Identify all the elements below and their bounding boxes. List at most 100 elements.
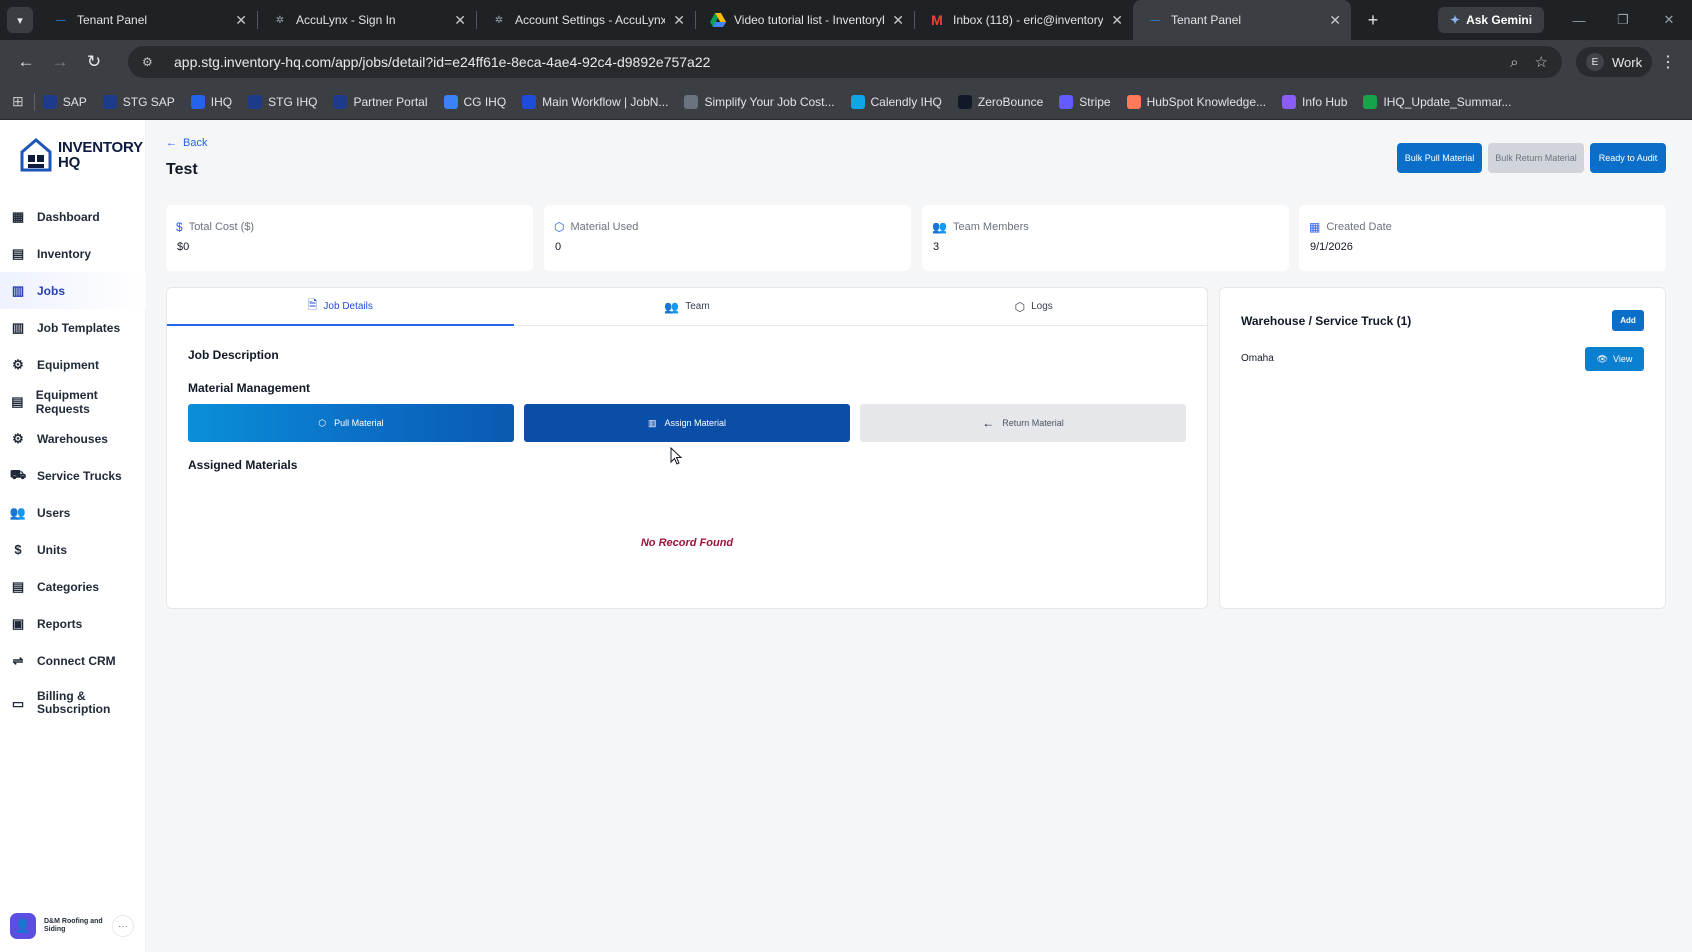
sidebar-item-users[interactable]: 👥 Users [0,494,146,531]
job-detail-panel: 🗎 Job Details 👥 Team ⬡ Logs Job Descript… [166,287,1208,609]
ask-gemini-button[interactable]: ✦ Ask Gemini [1438,7,1545,33]
bookmark-item[interactable]: Partner Portal [333,94,428,109]
package-icon: ⬡ [554,220,565,234]
tab-search-chevron-icon[interactable]: ▾ [7,7,33,33]
close-icon[interactable]: ✕ [892,12,904,29]
sidebar-item-label: Connect CRM [37,653,116,668]
stat-value: 9/1/2026 [1310,241,1353,253]
bookmark-label: IHQ_Update_Summar... [1383,94,1512,109]
back-link[interactable]: ← Back [166,137,207,149]
sidebar-item-label: Equipment [37,357,99,372]
browser-tab[interactable]: ✲ Account Settings - AccuLynx ✕ [477,0,695,40]
bookmark-item[interactable]: IHQ_Update_Summar... [1363,94,1512,109]
sidebar-item-reports[interactable]: ▣ Reports [0,605,146,642]
bookmark-item[interactable]: HubSpot Knowledge... [1126,94,1266,109]
inventory-hq-logo[interactable]: INVENTORY HQ [20,138,143,172]
close-icon[interactable]: ✕ [1329,12,1341,29]
sidebar-item-service-trucks[interactable]: ⛟ Service Trucks [0,457,146,494]
tab-logs[interactable]: ⬡ Logs [860,288,1207,325]
site-info-icon[interactable]: ⚙ [142,55,160,69]
sidebar-item-connect-crm[interactable]: ⇌ Connect CRM [0,642,146,679]
reload-icon[interactable]: ↻ [77,45,111,79]
bookmark-item[interactable]: ZeroBounce [957,94,1043,109]
sidebar-item-label: Dashboard [37,209,100,224]
bookmark-item[interactable]: Main Workflow | JobN... [522,94,668,109]
close-icon[interactable]: ✕ [454,12,466,29]
url-text[interactable]: app.stg.inventory-hq.com/app/jobs/detail… [174,54,1494,70]
bookmark-item[interactable]: SAP [42,94,87,109]
bookmark-item[interactable]: CG IHQ [443,94,506,109]
sidebar-item-dashboard[interactable]: ▦ Dashboard [0,198,146,235]
warehouse-name: Omaha [1241,353,1274,364]
sidebar-item-billing-subscription[interactable]: ▭ Billing & Subscription [0,679,146,727]
minimize-icon[interactable]: — [1556,0,1602,40]
browser-tab[interactable]: Video tutorial list - InventoryH ✕ [696,0,914,40]
zoom-search-icon[interactable]: ⌕ [1510,54,1518,71]
close-icon[interactable]: ✕ [673,12,685,29]
sidebar-item-categories[interactable]: ▤ Categories [0,568,146,605]
bookmark-item[interactable]: IHQ [190,94,232,109]
stat-label-row: ⬡ Material Used [554,220,638,234]
ready-to-audit-button[interactable]: Ready to Audit [1590,143,1666,173]
bookmark-item[interactable]: Info Hub [1282,94,1347,109]
profile-chip[interactable]: E Work [1576,47,1653,77]
more-options-icon[interactable]: ··· [112,915,134,937]
forward-arrow-icon[interactable]: → [43,45,77,79]
org-name: D&M Roofing and Siding [44,918,103,933]
bookmark-label: SAP [62,94,87,109]
sidebar-item-job-templates[interactable]: ▥ Job Templates [0,309,146,346]
tab-team[interactable]: 👥 Team [514,288,861,325]
bulk-pull-material-button[interactable]: Bulk Pull Material [1397,143,1482,173]
assign-material-button[interactable]: ▥ Assign Material [524,404,850,442]
bookmark-label: Partner Portal [353,94,428,109]
apps-grid-icon[interactable]: ⊞ [12,93,24,110]
bulk-return-material-button[interactable]: Bulk Return Material [1488,143,1584,173]
sidebar-item-label: Service Trucks [37,468,122,483]
browser-tab[interactable]: M Inbox (118) - eric@inventory-h ✕ [915,0,1133,40]
return-material-button[interactable]: ← Return Material [860,404,1186,442]
bookmark-item[interactable]: STG IHQ [248,94,317,109]
bookmark-star-icon[interactable]: ☆ [1535,53,1548,71]
sidebar-item-warehouses[interactable]: ⚙ Warehouses [0,420,146,457]
back-label: Back [183,137,208,149]
back-arrow-icon[interactable]: ← [9,45,43,79]
bookmark-item[interactable]: Stripe [1059,94,1111,109]
close-icon[interactable]: ✕ [235,12,247,29]
bookmark-item[interactable]: Simplify Your Job Cost... [684,94,835,109]
tab-title: Account Settings - AccuLynx [515,13,666,27]
sidebar-item-equipment[interactable]: ⚙ Equipment [0,346,146,383]
gemini-sparkle-icon: ✦ [1450,13,1461,27]
window-close-icon[interactable]: ✕ [1646,0,1692,40]
browser-menu-icon[interactable]: ⋮ [1660,52,1676,72]
add-warehouse-button[interactable]: Add [1612,310,1644,331]
omnibox[interactable]: ⚙ app.stg.inventory-hq.com/app/jobs/deta… [128,46,1562,78]
stat-card-material-used: ⬡ Material Used 0 [544,205,911,271]
sidebar-item-equipment-requests[interactable]: ▤ Equipment Requests [0,383,146,420]
sidebar-nav: ▦ Dashboard ▤ Inventory ▥ Jobs ▥ Job Templates ⚙… [0,198,146,727]
view-warehouse-button[interactable]: 👁 View [1585,347,1644,371]
bookmark-favicon-icon [248,94,263,109]
pull-material-button[interactable]: ⬡ Pull Material [188,404,514,442]
stat-value: $0 [177,241,190,253]
tab-job-details[interactable]: 🗎 Job Details [167,288,514,326]
organization-switcher[interactable]: 👤 D&M Roofing and Siding ··· [10,913,134,939]
close-icon[interactable]: ✕ [1111,12,1123,29]
browser-tab[interactable]: — Tenant Panel ✕ [39,0,257,40]
stat-label-row: $ Total Cost ($) [176,220,254,234]
restore-icon[interactable]: ❐ [1600,0,1646,40]
stat-value: 3 [933,241,940,253]
stat-label: Total Cost ($) [188,221,255,233]
bookmark-item[interactable]: STG SAP [102,94,175,109]
sidebar-item-jobs[interactable]: ▥ Jobs [0,272,146,309]
bookmark-item[interactable]: Calendly IHQ [850,94,942,109]
sidebar-item-inventory[interactable]: ▤ Inventory [0,235,146,272]
bookmark-favicon-icon [1282,94,1297,109]
empty-state-text: No Record Found [640,537,734,549]
stat-card-created-date: ▦ Created Date 9/1/2026 [1299,205,1666,271]
new-tab-plus-icon[interactable]: + [1359,10,1387,31]
browser-tab[interactable]: ✲ AccuLynx - Sign In ✕ [258,0,476,40]
sidebar-item-units[interactable]: $ Units [0,531,146,568]
bookmark-label: Calendly IHQ [870,94,942,109]
bookmark-label: STG SAP [122,94,175,109]
browser-tab-active[interactable]: — Tenant Panel ✕ [1133,0,1351,40]
